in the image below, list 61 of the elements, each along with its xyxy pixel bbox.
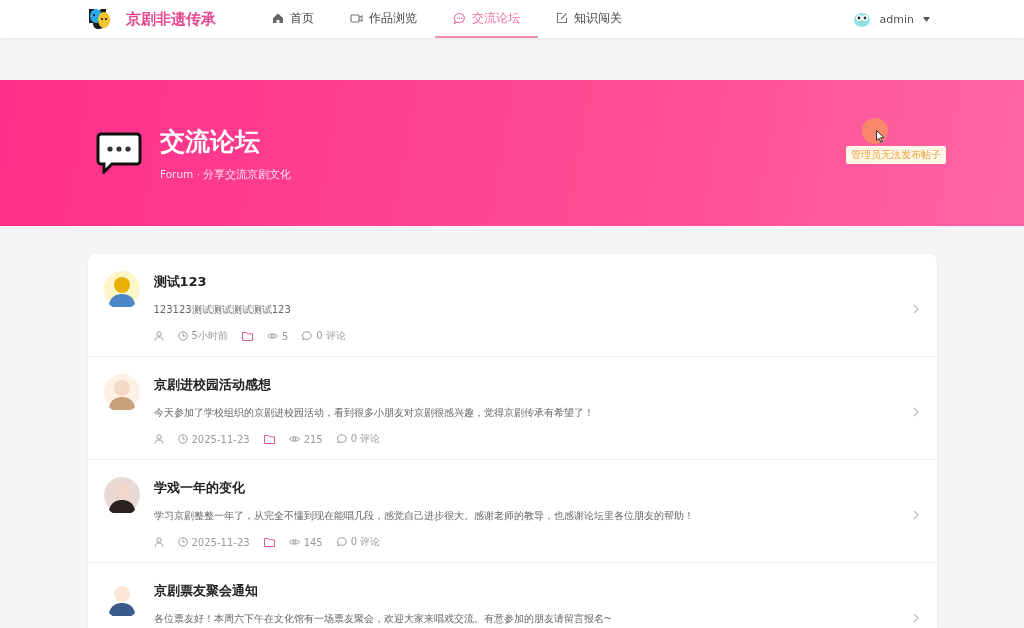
post-row[interactable]: 学戏一年的变化 学习京剧整整一年了，从完全不懂到现在能唱几段，感觉自己进步很大。感谢老师的教导，也感谢论坛里各位朋友的帮助！ 2025-11-23 145 0 评论	[87, 460, 937, 563]
chevron-right-icon	[912, 509, 919, 520]
caret-icon	[923, 16, 930, 22]
comment-icon	[336, 537, 347, 547]
user-icon	[153, 434, 164, 444]
chevron-right-icon	[912, 303, 919, 314]
view-count: 145	[303, 536, 323, 548]
user-icon	[153, 537, 164, 547]
eye-icon	[288, 435, 300, 443]
comment-icon	[336, 434, 347, 444]
post-excerpt: 123123测试测试测试测试123	[153, 303, 292, 317]
folder-icon	[241, 331, 253, 341]
comment-count: 0 评论	[316, 329, 346, 343]
post-row[interactable]: 京剧进校园活动感想 今天参加了学校组织的京剧进校园活动，看到很多小朋友对京剧很感兴趣，觉得京剧传承有希望了！ 2025-11-23 215 0 评论	[87, 357, 937, 460]
chevron-right-icon	[912, 612, 919, 623]
page-subtitle: Forum · 分享交流京剧文化	[160, 167, 292, 182]
click-ripple-icon	[862, 118, 888, 144]
clock-icon	[177, 434, 188, 444]
speech-bubble-icon	[96, 132, 142, 174]
nav-tab[interactable]: 作品浏览	[332, 0, 435, 38]
chevron-right-icon	[912, 406, 919, 417]
post-title[interactable]: 学戏一年的变化	[153, 479, 899, 497]
chat-icon	[453, 11, 466, 25]
post-time: 2025-11-23	[191, 433, 250, 445]
home-icon	[272, 12, 284, 24]
post-excerpt: 学习京剧整整一年了，从完全不懂到现在能唱几段，感觉自己进步很大。感谢老师的教导，也感谢论坛里各位朋友的帮助！	[153, 509, 695, 523]
edit-icon	[556, 12, 568, 24]
view-count: 215	[303, 433, 323, 445]
clock-icon	[177, 331, 188, 341]
nav-tab[interactable]: 首页	[254, 0, 332, 38]
folder-icon	[263, 537, 275, 547]
post-excerpt: 今天参加了学校组织的京剧进校园活动，看到很多小朋友对京剧很感兴趣，觉得京剧传承有希望了！	[153, 406, 595, 420]
view-count: 5	[281, 330, 289, 342]
masks-logo-icon	[88, 7, 112, 31]
comment-icon	[302, 331, 313, 341]
post-title[interactable]: 京剧进校园活动感想	[153, 376, 899, 394]
post-title[interactable]: 测试123	[153, 273, 899, 291]
post-time: 5小时前	[191, 329, 228, 343]
avatar-icon	[103, 374, 140, 410]
site-title[interactable]: 京剧非遗传承	[126, 9, 216, 29]
clock-icon	[177, 537, 188, 547]
owl-avatar-icon	[852, 11, 871, 27]
comment-count: 0 评论	[350, 535, 381, 549]
post-title[interactable]: 京剧票友聚会通知	[153, 582, 899, 600]
user-menu[interactable]: admin	[846, 10, 936, 28]
cursor-icon	[876, 130, 885, 143]
tooltip: 管理员无法发布帖子	[846, 146, 946, 164]
comment-count: 0 评论	[350, 432, 381, 446]
avatar-icon	[103, 271, 140, 307]
video-icon	[350, 12, 363, 24]
page-title: 交流论坛	[160, 125, 261, 158]
post-time: 2025-11-23	[191, 536, 250, 548]
post-excerpt: 各位票友好！本周六下午在文化馆有一场票友聚会，欢迎大家来唱戏交流。有意参加的朋友请留言报名~	[153, 612, 613, 626]
folder-icon	[263, 434, 275, 444]
post-row[interactable]: 测试123 123123测试测试测试测试123 5小时前 5 0 评论	[87, 254, 937, 357]
nav-tab[interactable]: 知识闯关	[538, 0, 640, 38]
user-icon	[153, 331, 164, 341]
avatar-icon	[103, 477, 140, 513]
eye-icon	[266, 332, 278, 340]
post-row[interactable]: 京剧票友聚会通知 各位票友好！本周六下午在文化馆有一场票友聚会，欢迎大家来唱戏交流。有意参加的朋友请留言报名~	[87, 563, 937, 628]
eye-icon	[288, 538, 300, 546]
